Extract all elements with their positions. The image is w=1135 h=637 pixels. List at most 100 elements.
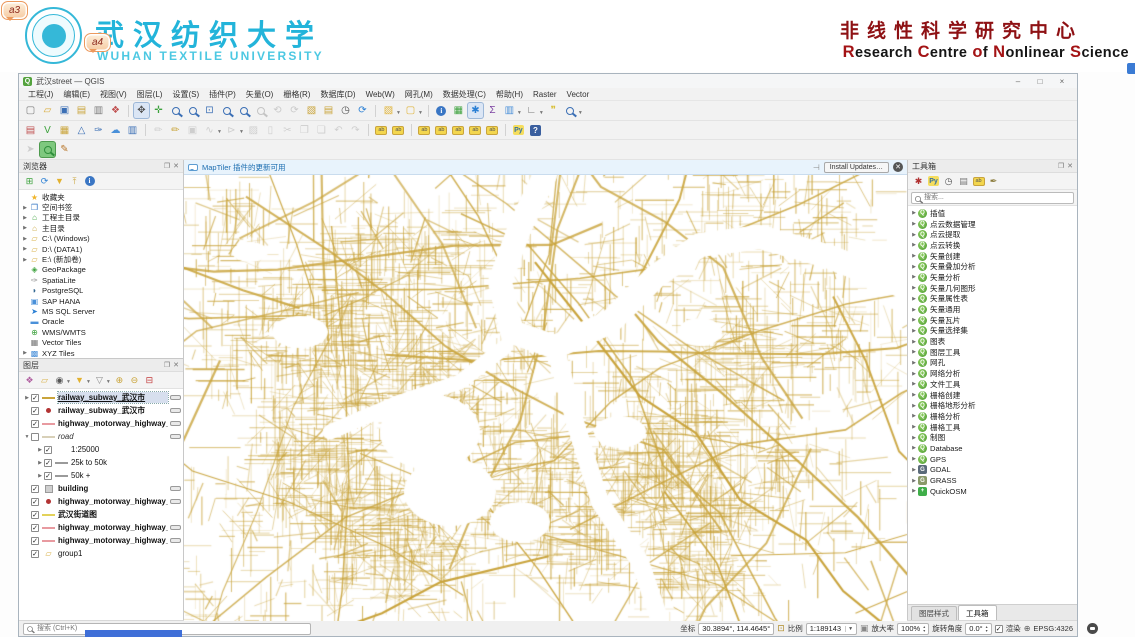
expander-icon[interactable]: ▶ bbox=[23, 395, 31, 401]
toolbox-group-quickosm[interactable]: ▶+QuickOSM bbox=[910, 486, 1077, 497]
select-features-dropdown-icon[interactable]: ▼ bbox=[396, 110, 401, 116]
extent-toggle-icon[interactable]: ⊡ bbox=[777, 623, 785, 634]
delete-selected-icon[interactable]: ▯ bbox=[263, 123, 278, 138]
pan-to-selection-icon[interactable]: ✛ bbox=[151, 103, 166, 118]
toolbox-close-icon[interactable]: ✕ bbox=[1067, 162, 1073, 170]
expander-icon[interactable]: ▶ bbox=[910, 274, 918, 280]
tab-layer-styling[interactable]: 图层样式 bbox=[911, 606, 957, 620]
browser-item-wms-wmts[interactable]: ⊕WMS/WMTS bbox=[21, 327, 183, 337]
crs-value[interactable]: EPSG:4326 bbox=[1033, 624, 1073, 633]
expander-icon[interactable]: ▶ bbox=[21, 205, 29, 211]
toolbox-group-gdal[interactable]: ▶GGDAL bbox=[910, 465, 1077, 476]
identify-features-icon[interactable]: i bbox=[434, 103, 449, 118]
toolbox-group-point-cloud-extraction[interactable]: ▶Q点云提取 bbox=[910, 229, 1077, 240]
map-tips-icon[interactable]: ❞ bbox=[546, 103, 561, 118]
zoom-in-icon[interactable] bbox=[168, 103, 183, 118]
help-contents-icon[interactable]: ? bbox=[528, 123, 543, 138]
menu-view[interactable]: 视图(V) bbox=[95, 89, 132, 100]
expander-icon[interactable]: ▶ bbox=[910, 381, 918, 387]
expander-icon[interactable]: ▶ bbox=[910, 285, 918, 291]
lock-scale-icon[interactable]: ▣ bbox=[860, 623, 869, 634]
expander-icon[interactable]: ▶ bbox=[910, 307, 918, 313]
layer-checkbox[interactable]: ✓ bbox=[31, 394, 39, 402]
toolbox-group-vector-tiles[interactable]: ▶Q矢量瓦片 bbox=[910, 315, 1077, 326]
toolbox-group-vector-table[interactable]: ▶Q矢量属性表 bbox=[910, 294, 1077, 305]
toolbox-group-file-tools[interactable]: ▶Q文件工具 bbox=[910, 379, 1077, 390]
browser-item-postgresql[interactable]: ◗PostgreSQL bbox=[21, 286, 183, 296]
add-spatialite-layer-icon[interactable]: ☁ bbox=[108, 123, 123, 138]
vertex-tool-dropdown-icon[interactable]: ▼ bbox=[239, 129, 244, 135]
toolbox-history-icon[interactable]: ◷ bbox=[942, 175, 955, 188]
toolbox-group-cartography[interactable]: ▶Q制图 bbox=[910, 432, 1077, 443]
add-raster-layer-icon[interactable]: ▦ bbox=[57, 123, 72, 138]
zoom-full-icon[interactable]: ⊡ bbox=[202, 103, 217, 118]
layer-styling-icon[interactable]: ❖ bbox=[23, 374, 36, 387]
attribute-table-dd-icon[interactable]: ▥ bbox=[502, 103, 517, 118]
open-project-icon[interactable]: ▱ bbox=[40, 103, 55, 118]
notification-close-icon[interactable]: ✕ bbox=[893, 162, 903, 172]
zoom-to-layer-icon[interactable] bbox=[236, 103, 251, 118]
pin-labels-icon[interactable]: ab bbox=[417, 123, 432, 138]
change-label-icon[interactable]: ab bbox=[485, 123, 500, 138]
zoom-last-icon[interactable]: ⟲ bbox=[270, 103, 285, 118]
layer-checkbox[interactable]: ✓ bbox=[31, 537, 39, 545]
layer-item-road-group[interactable]: ▼road bbox=[21, 430, 183, 443]
expander-icon[interactable]: ▶ bbox=[21, 225, 29, 231]
attribute-table-dd-dropdown-icon[interactable]: ▼ bbox=[517, 110, 522, 116]
minimize-button[interactable]: – bbox=[1007, 77, 1029, 86]
layer-item-highway-motorway-1[interactable]: ✓highway_motorway_highway_mo bbox=[21, 417, 183, 430]
toolbox-group-plots[interactable]: ▶Q图表 bbox=[910, 336, 1077, 347]
toolbox-group-vector-creation[interactable]: ▶Q矢量创建 bbox=[910, 251, 1077, 262]
menu-raster-en[interactable]: Raster bbox=[528, 90, 562, 99]
toolbox-group-raster-analysis[interactable]: ▶Q栅格分析 bbox=[910, 411, 1077, 422]
browser-item-vector-tiles[interactable]: ▦Vector Tiles bbox=[21, 337, 183, 347]
toolbox-group-raster-tools[interactable]: ▶Q栅格工具 bbox=[910, 422, 1077, 433]
maximize-button[interactable]: □ bbox=[1029, 77, 1051, 86]
expander-icon[interactable]: ▶ bbox=[910, 435, 918, 441]
layer-checkbox[interactable]: ✓ bbox=[31, 511, 39, 519]
expander-icon[interactable]: ▶ bbox=[21, 215, 29, 221]
expander-icon[interactable]: ▶ bbox=[910, 339, 918, 345]
browser-properties-icon[interactable]: i bbox=[83, 175, 96, 188]
toolbox-group-interpolation[interactable]: ▶Q插值 bbox=[910, 208, 1077, 219]
layer-checkbox[interactable]: ✓ bbox=[44, 472, 52, 480]
browser-item-spatial-bookmarks[interactable]: ▶❒空间书签 bbox=[21, 202, 183, 212]
menu-raster[interactable]: 栅格(R) bbox=[278, 89, 315, 100]
add-line-feature-icon[interactable]: ∿ bbox=[202, 123, 217, 138]
remove-layer-icon[interactable]: ⊟ bbox=[143, 374, 156, 387]
add-vector-layer-icon[interactable]: V bbox=[40, 123, 55, 138]
filter-legend-dropdown-icon[interactable]: ▼ bbox=[86, 379, 91, 385]
rotation-spinbox[interactable]: 0.0°▴▾ bbox=[965, 623, 991, 635]
browser-item-drive-c[interactable]: ▶▱C:\ (Windows) bbox=[21, 234, 183, 244]
map-themes-icon[interactable]: ◉ bbox=[53, 374, 66, 387]
browser-close-icon[interactable]: ✕ bbox=[173, 162, 179, 170]
locator-dropdown-icon[interactable]: ▼ bbox=[578, 110, 583, 116]
menu-layer[interactable]: 图层(L) bbox=[132, 89, 168, 100]
expander-icon[interactable]: ▶ bbox=[36, 447, 44, 453]
expander-icon[interactable]: ▶ bbox=[910, 296, 918, 302]
browser-float-icon[interactable]: ❐ bbox=[164, 162, 170, 170]
processing-toolbox-icon[interactable]: ✱ bbox=[468, 103, 483, 118]
layer-checkbox[interactable] bbox=[31, 433, 39, 441]
toolbox-group-vector-general[interactable]: ▶Q矢量通用 bbox=[910, 304, 1077, 315]
toolbox-group-point-cloud-conversion[interactable]: ▶Q点云转换 bbox=[910, 240, 1077, 251]
browser-item-home[interactable]: ▶⌂主目录 bbox=[21, 223, 183, 233]
open-data-source-manager-icon[interactable]: ▤ bbox=[23, 123, 38, 138]
toggle-editing-icon[interactable]: ✏ bbox=[168, 123, 183, 138]
add-line-feature-dropdown-icon[interactable]: ▼ bbox=[217, 129, 222, 135]
filter-expression-icon[interactable]: ▽ bbox=[93, 374, 106, 387]
browser-item-ms-sql-server[interactable]: ➤MS SQL Server bbox=[21, 306, 183, 316]
expander-icon[interactable]: ▶ bbox=[910, 445, 918, 451]
toolbox-group-vector-selection[interactable]: ▶Q矢量选择集 bbox=[910, 326, 1077, 337]
menu-settings[interactable]: 设置(S) bbox=[167, 89, 204, 100]
new-map-view-icon[interactable]: ▧ bbox=[304, 103, 319, 118]
layer-item-building[interactable]: ✓building bbox=[21, 482, 183, 495]
layer-item-road-50k-plus[interactable]: ▶✓50k + bbox=[21, 469, 183, 482]
browser-refresh-icon[interactable]: ⟳ bbox=[38, 175, 51, 188]
layer-item-highway-motorway-3[interactable]: ✓highway_motorway_highway_mo bbox=[21, 521, 183, 534]
chat-bubble-icon[interactable] bbox=[1087, 623, 1098, 634]
browser-collapse-icon[interactable]: ⤒ bbox=[68, 175, 81, 188]
menu-processing[interactable]: 数据处理(C) bbox=[438, 89, 491, 100]
layer-item-wuhan-street-map[interactable]: ✓武汉街道图 bbox=[21, 508, 183, 521]
notification-collapse-icon[interactable]: ⊣ bbox=[813, 163, 820, 172]
